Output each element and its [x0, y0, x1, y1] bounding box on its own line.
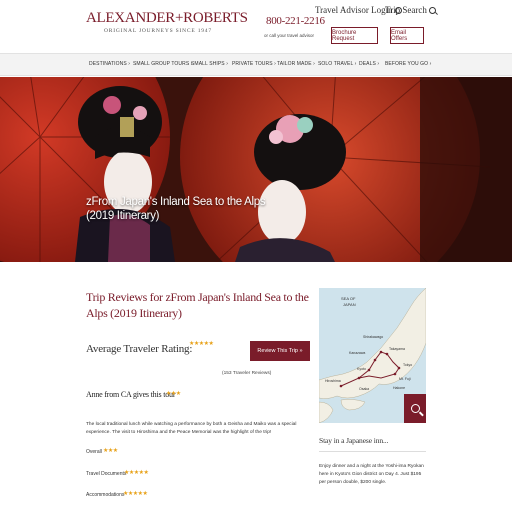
phone-number[interactable]: 800-221-2216	[266, 15, 325, 27]
rating-label-accommodations: Accommodations	[86, 492, 125, 498]
sidebar-divider	[319, 451, 426, 452]
rating-stars-travel-documents: ★★★★★	[124, 470, 149, 476]
nav-tailor-made[interactable]: TAILOR MADE ›	[277, 61, 315, 67]
map-label-sea-2: JAPAN	[343, 302, 356, 307]
brochure-request-button[interactable]: Brochure Request	[331, 27, 378, 44]
travel-advisor-login-label: Travel Advisor Login	[315, 5, 393, 15]
nav-destinations[interactable]: DESTINATIONS ›	[89, 61, 130, 67]
nav-small-ships[interactable]: SMALL SHIPS ›	[191, 61, 228, 67]
sidebar-text: Enjoy dinner and a night at the Yoshi-im…	[319, 464, 424, 485]
average-rating-label: Average Traveler Rating:	[86, 343, 193, 355]
search-icon	[428, 6, 436, 14]
sidebar-title: Stay in a Japanese inn...	[319, 436, 389, 445]
rating-label-travel-documents: Travel Documents	[86, 471, 127, 477]
rating-stars-overall: ★★★	[103, 448, 118, 454]
logo-text: ALEXANDER+ROBERTS	[86, 10, 248, 26]
reviewer-heading: Anne from CA gives this tour	[86, 390, 176, 399]
review-text: The local traditional lunch while watchi…	[86, 422, 297, 435]
hero-title: zFrom Japan's Inland Sea to the Alps (20…	[86, 196, 266, 222]
trip-search-link[interactable]: Trip Search	[385, 5, 436, 15]
map-label-hiroshima: Hiroshima	[325, 379, 341, 383]
nav-deals[interactable]: DEALS ›	[359, 61, 379, 67]
main-nav: DESTINATIONS › SMALL GROUP TOURS › SMALL…	[0, 53, 512, 76]
map-label-tokyo: Tokyo	[403, 363, 412, 367]
nav-private-tours[interactable]: PRIVATE TOURS ›	[232, 61, 276, 67]
map-label-osaka: Osaka	[359, 387, 369, 391]
average-rating-stars: ★★★★★	[189, 341, 214, 347]
brand-logo[interactable]: ALEXANDER+ROBERTS ORIGINAL JOURNEYS SINC…	[86, 10, 248, 34]
rating-stars-accommodations: ★★★★★	[123, 491, 148, 497]
map-label-sea: SEA OF	[341, 296, 356, 301]
map-label-mtfuji: Mt. Fuji	[399, 377, 411, 381]
site-header: ALEXANDER+ROBERTS ORIGINAL JOURNEYS SINC…	[0, 0, 512, 52]
review-this-trip-button[interactable]: Review This Trip »	[250, 341, 310, 361]
map-label-shirakawago: Shirakawago	[363, 335, 383, 339]
reviews-title: Trip Reviews for zFrom Japan's Inland Se…	[86, 290, 309, 320]
map-label-takayama: Takayama	[389, 347, 405, 351]
logo-tagline: ORIGINAL JOURNEYS SINCE 1947	[104, 28, 212, 34]
magnify-icon	[410, 404, 420, 413]
phone-subtext: or call your travel advisor	[264, 33, 315, 38]
review-count: (153 Traveler Reviews)	[222, 371, 272, 376]
hero-image	[0, 77, 512, 262]
email-offers-button[interactable]: Email Offers	[390, 27, 424, 44]
hero-banner: zFrom Japan's Inland Sea to the Alps (20…	[0, 77, 512, 262]
map-zoom-button[interactable]	[404, 394, 426, 423]
map-label-hakone: Hakone	[393, 386, 405, 390]
nav-solo-travel[interactable]: SOLO TRAVEL ›	[318, 61, 356, 67]
nav-small-group-tours[interactable]: SMALL GROUP TOURS ›	[133, 61, 193, 67]
reviewer-stars: ★★★	[166, 391, 181, 397]
rating-label-overall: Overall	[86, 449, 102, 455]
trip-search-label: Trip Search	[385, 5, 427, 15]
map-label-kyoto: Kyoto	[357, 367, 366, 371]
nav-before-you-go[interactable]: BEFORE YOU GO ›	[385, 61, 431, 67]
map-label-kanazawa: Kanazawa	[349, 351, 365, 355]
